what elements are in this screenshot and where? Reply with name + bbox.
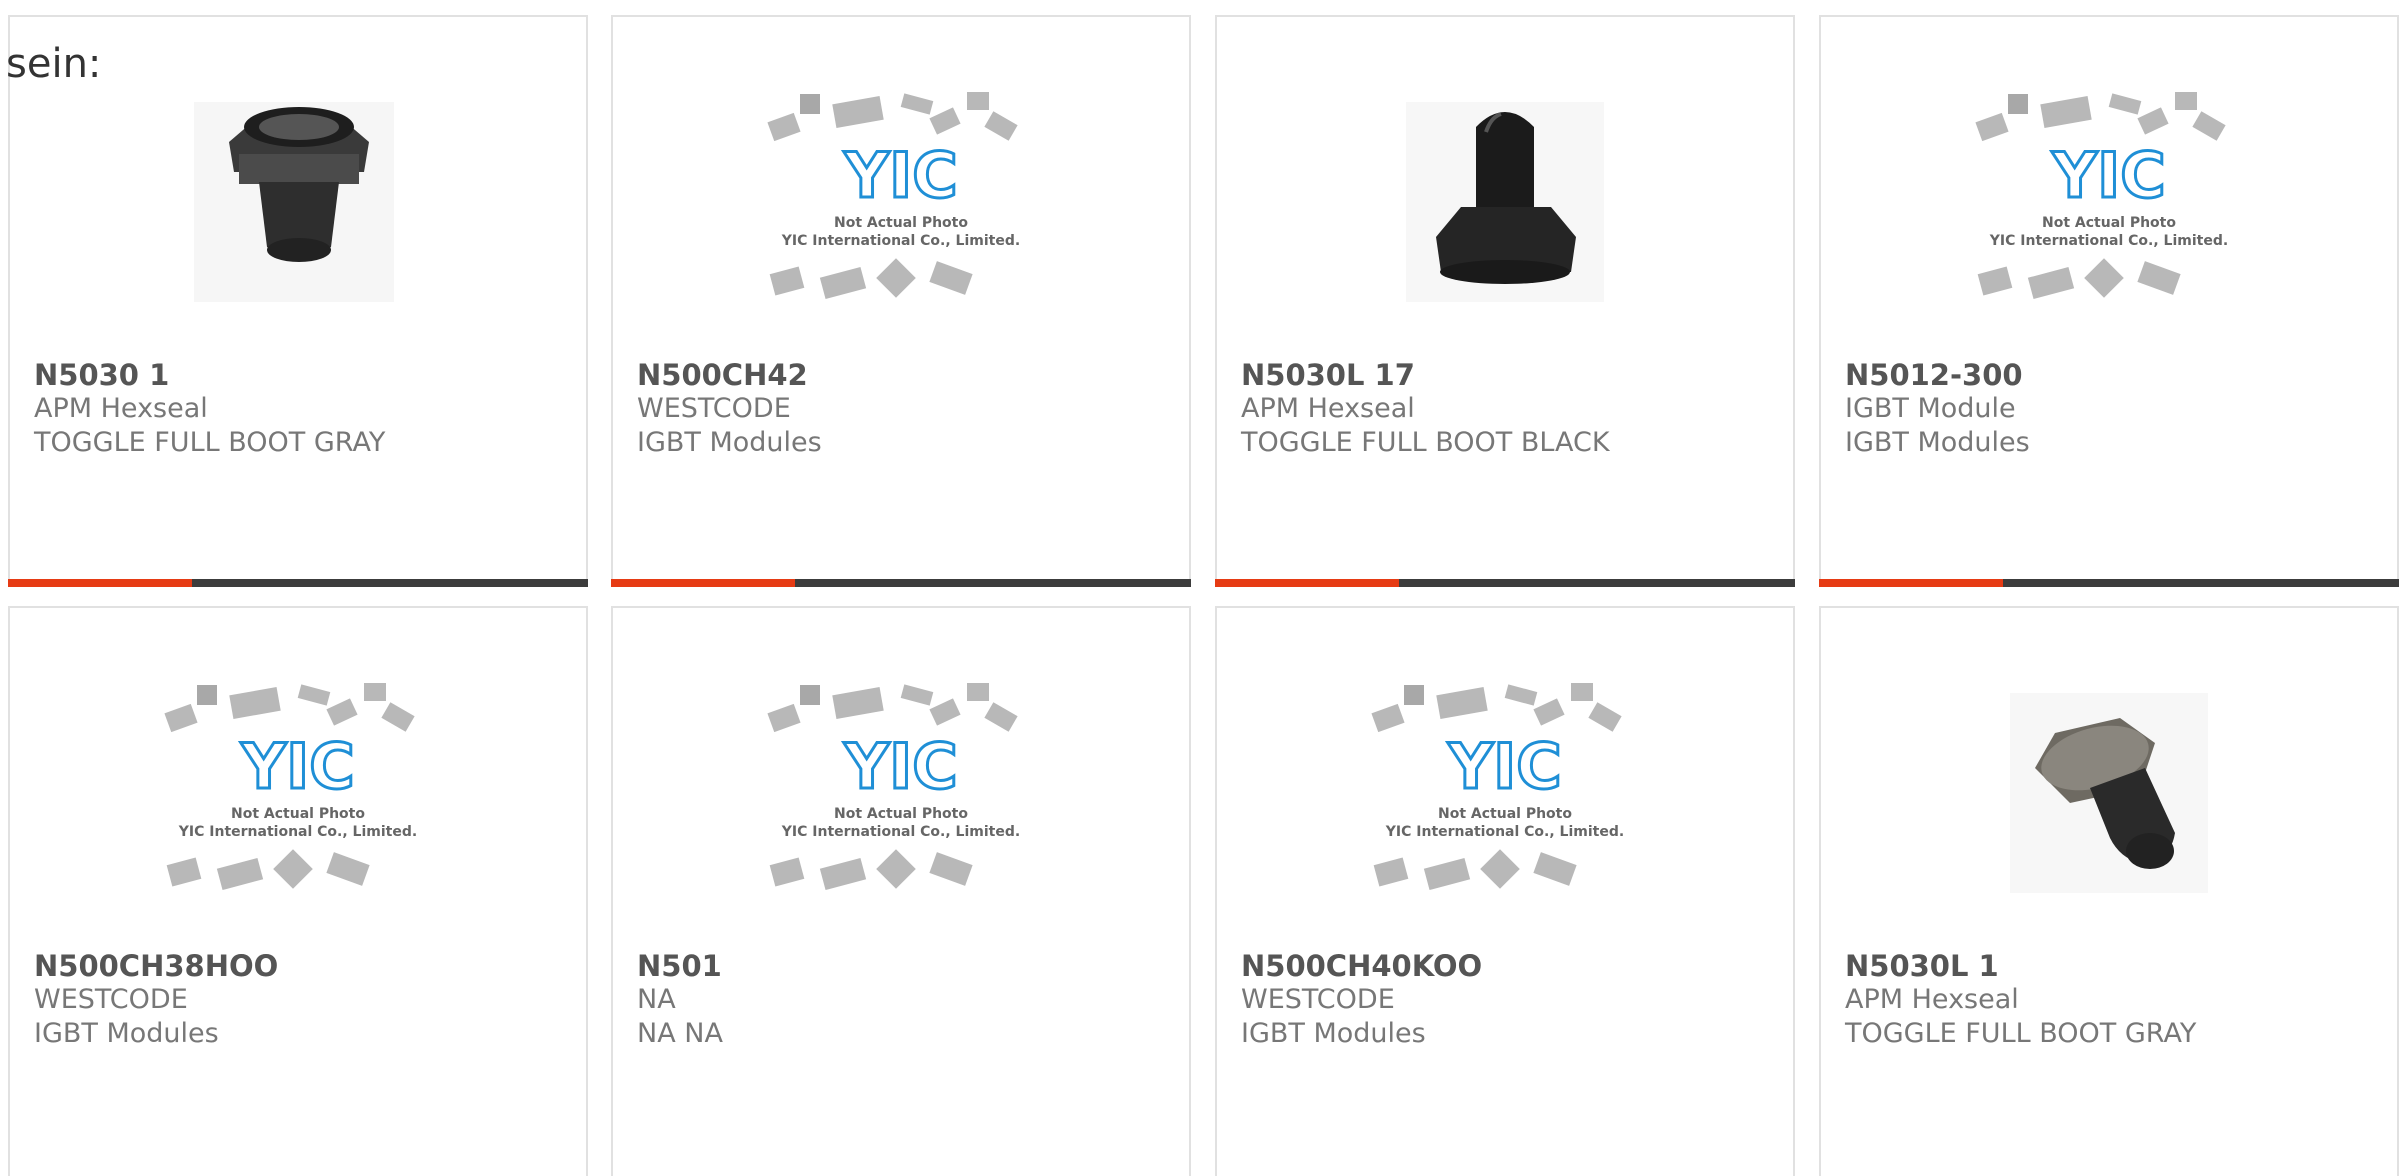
product-photo-black-boot[interactable] bbox=[1366, 72, 1644, 312]
placeholder-caption-2: YIC International Co., Limited. bbox=[781, 233, 1020, 249]
product-photo-placeholder[interactable]: YIC Not Actual Photo YIC International C… bbox=[762, 663, 1040, 903]
card-accent-bar bbox=[1819, 579, 2399, 587]
manufacturer: WESTCODE bbox=[34, 984, 188, 1015]
part-number[interactable]: N501 bbox=[637, 949, 1179, 983]
description: NA NA bbox=[637, 1018, 723, 1049]
manufacturer: WESTCODE bbox=[637, 393, 791, 424]
product-card[interactable]: YIC Not Actual Photo YIC International C… bbox=[1215, 606, 1795, 1176]
product-card[interactable]: YIC Not Actual Photo YIC International C… bbox=[8, 606, 588, 1176]
manufacturer: IGBT Module bbox=[1845, 393, 2016, 424]
product-photo-placeholder[interactable]: YIC Not Actual Photo YIC International C… bbox=[159, 663, 437, 903]
description: TOGGLE FULL BOOT GRAY bbox=[1845, 1018, 2197, 1049]
part-number[interactable]: N500CH40KOO bbox=[1241, 949, 1783, 983]
description: IGBT Modules bbox=[34, 1018, 219, 1049]
placeholder-caption-1: Not Actual Photo bbox=[1438, 806, 1572, 822]
part-number[interactable]: N5030L 17 bbox=[1241, 358, 1783, 392]
product-card[interactable]: YIC Not Actual Photo YIC International C… bbox=[611, 606, 1191, 1176]
placeholder-caption-2: YIC International Co., Limited. bbox=[781, 824, 1020, 840]
product-card[interactable]: YIC Not Actual Photo YIC International C… bbox=[1819, 15, 2399, 587]
yic-logo-text: YIC bbox=[240, 730, 354, 803]
product-photo-placeholder[interactable]: YIC Not Actual Photo YIC International C… bbox=[1970, 72, 2248, 312]
placeholder-caption-2: YIC International Co., Limited. bbox=[1385, 824, 1624, 840]
yic-logo-text: YIC bbox=[843, 730, 957, 803]
product-card[interactable]: N5030L 1 APM Hexseal TOGGLE FULL BOOT GR… bbox=[1819, 606, 2399, 1176]
manufacturer: WESTCODE bbox=[1241, 984, 1395, 1015]
product-photo-placeholder[interactable]: YIC Not Actual Photo YIC International C… bbox=[762, 72, 1040, 312]
part-number[interactable]: N500CH38HOO bbox=[34, 949, 576, 983]
placeholder-caption-2: YIC International Co., Limited. bbox=[178, 824, 417, 840]
description: TOGGLE FULL BOOT GRAY bbox=[34, 427, 386, 458]
description: TOGGLE FULL BOOT BLACK bbox=[1241, 427, 1610, 458]
product-grid: N5030 1 APM Hexseal TOGGLE FULL BOOT GRA… bbox=[0, 0, 2400, 1176]
product-photo-gray-boot[interactable] bbox=[1970, 663, 2248, 903]
product-photo-placeholder[interactable]: YIC Not Actual Photo YIC International C… bbox=[1366, 663, 1644, 903]
manufacturer: APM Hexseal bbox=[1845, 984, 2019, 1015]
part-number[interactable]: N5030L 1 bbox=[1845, 949, 2387, 983]
product-card[interactable]: YIC Not Actual Photo YIC International C… bbox=[611, 15, 1191, 587]
page-heading: sein: bbox=[6, 41, 102, 87]
card-accent-bar bbox=[8, 579, 588, 587]
placeholder-caption-1: Not Actual Photo bbox=[2042, 215, 2176, 231]
placeholder-caption-2: YIC International Co., Limited. bbox=[1989, 233, 2228, 249]
yic-logo-text: YIC bbox=[843, 139, 957, 212]
product-card[interactable]: N5030L 17 APM Hexseal TOGGLE FULL BOOT B… bbox=[1215, 15, 1795, 587]
placeholder-caption-1: Not Actual Photo bbox=[231, 806, 365, 822]
yic-logo-text: YIC bbox=[1447, 730, 1561, 803]
manufacturer: APM Hexseal bbox=[1241, 393, 1415, 424]
description: IGBT Modules bbox=[1845, 427, 2030, 458]
part-number[interactable]: N5012-300 bbox=[1845, 358, 2387, 392]
description: IGBT Modules bbox=[1241, 1018, 1426, 1049]
card-accent-bar bbox=[611, 579, 1191, 587]
card-accent-bar bbox=[1215, 579, 1795, 587]
yic-logo-text: YIC bbox=[2051, 139, 2165, 212]
placeholder-caption-1: Not Actual Photo bbox=[834, 806, 968, 822]
manufacturer: APM Hexseal bbox=[34, 393, 208, 424]
product-photo-hex-nut-boot[interactable] bbox=[159, 72, 437, 312]
product-card[interactable]: N5030 1 APM Hexseal TOGGLE FULL BOOT GRA… bbox=[8, 15, 588, 587]
part-number[interactable]: N500CH42 bbox=[637, 358, 1179, 392]
placeholder-caption-1: Not Actual Photo bbox=[834, 215, 968, 231]
manufacturer: NA bbox=[637, 984, 676, 1015]
part-number[interactable]: N5030 1 bbox=[34, 358, 576, 392]
description: IGBT Modules bbox=[637, 427, 822, 458]
